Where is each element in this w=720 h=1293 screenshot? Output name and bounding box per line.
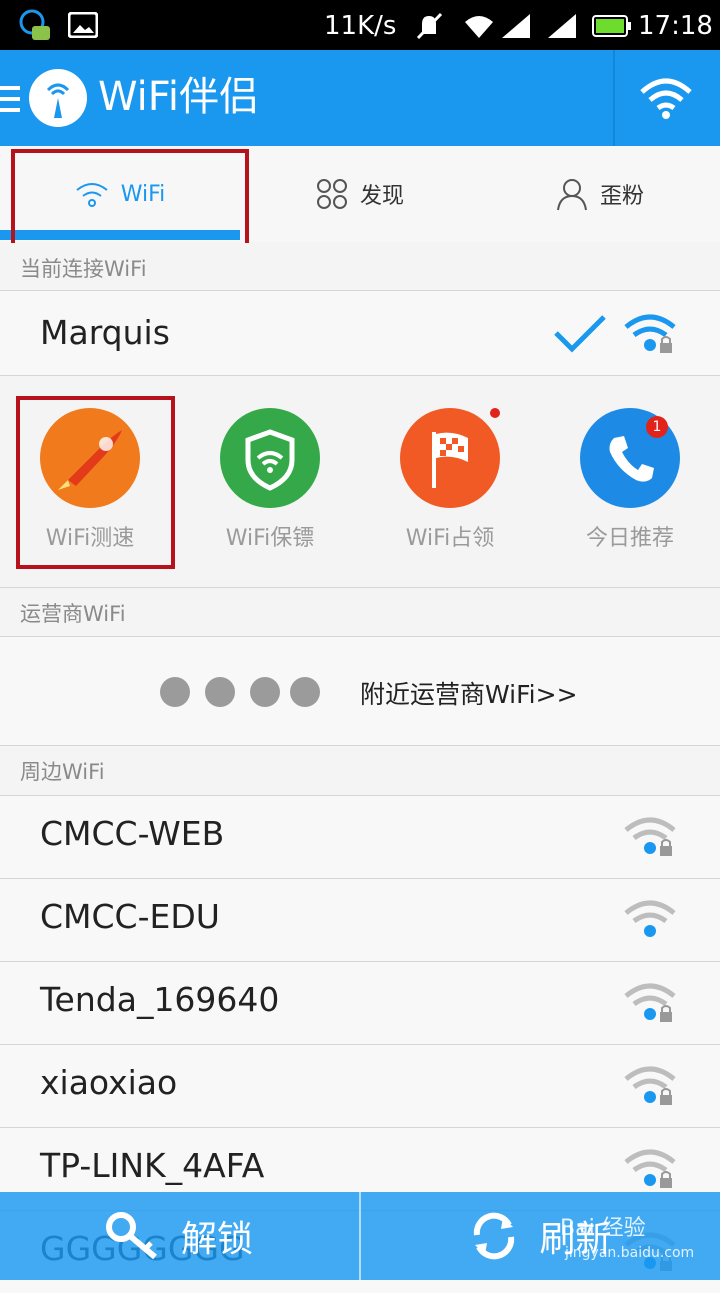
network-ssid: xiaoxiao	[40, 1063, 178, 1102]
network-row[interactable]: Tenda_169640	[0, 962, 720, 1044]
network-row[interactable]: CMCC-EDU	[0, 879, 720, 961]
section-carrier-label: 运营商WiFi	[20, 602, 126, 626]
carrier-wifi-row[interactable]: 附近运营商WiFi>>	[0, 637, 720, 745]
wifi-locked-icon	[624, 1149, 676, 1188]
section-header-carrier: 运营商WiFi	[0, 588, 720, 636]
key-icon	[105, 1212, 157, 1260]
signal-2-icon	[548, 14, 576, 38]
refresh-icon	[474, 1212, 515, 1260]
tool-occupy-label: WiFi占领	[405, 526, 495, 551]
status-bar: 11K/s 17:18	[0, 0, 720, 50]
network-row[interactable]: CMCC-WEB	[0, 796, 720, 878]
notification-chat-icon	[19, 9, 50, 40]
tool-recommend[interactable]: 1 今日推荐	[540, 408, 720, 568]
wifi-status-icon	[465, 16, 493, 38]
checkered-flag-icon	[400, 408, 500, 508]
network-ssid: TP-LINK_4AFA	[40, 1146, 265, 1185]
divider	[0, 375, 720, 376]
china-mobile-icon	[160, 677, 190, 707]
network-row[interactable]: xiaoxiao	[0, 1045, 720, 1127]
tool-guard-label: WiFi保镖	[225, 526, 315, 551]
battery-icon	[592, 15, 631, 37]
shield-wifi-icon	[220, 408, 320, 508]
wifi-locked-icon	[624, 1066, 676, 1105]
app-title: WiFi伴侣	[98, 74, 259, 120]
mute-icon	[416, 12, 443, 40]
section-nearby-label: 周边WiFi	[20, 760, 105, 784]
notification-badge: 1	[646, 416, 668, 438]
menu-icon[interactable]	[0, 84, 22, 114]
app-bar-divider	[613, 50, 615, 146]
wifi-locked-icon	[624, 983, 676, 1022]
nearby-carrier-link[interactable]: 附近运营商WiFi>>	[360, 675, 578, 711]
tool-recommend-label: 今日推荐	[585, 526, 674, 551]
wifi-locked-icon	[624, 817, 676, 856]
unlock-label: 解锁	[180, 1219, 253, 1260]
tab-fans-label: 歪粉	[599, 184, 644, 209]
cmcc-wlan-icon	[290, 677, 320, 707]
connected-check-icon	[554, 315, 606, 353]
wifi-locked-icon	[624, 314, 676, 353]
china-unicom-icon	[250, 677, 280, 707]
tab-discover-label: 发现	[359, 184, 404, 209]
highlight-box-speed-test	[16, 396, 175, 569]
refresh-button[interactable]: 刷新	[361, 1192, 720, 1280]
section-current-label: 当前连接WiFi	[20, 257, 147, 281]
tool-occupy[interactable]: WiFi占领	[360, 408, 540, 568]
tool-guard[interactable]: WiFi保镖	[180, 408, 360, 568]
clock: 17:18	[638, 11, 713, 41]
grid-icon	[316, 179, 347, 209]
network-ssid: Tenda_169640	[40, 980, 280, 1019]
tab-discover[interactable]: 发现	[240, 146, 480, 242]
section-header-nearby: 周边WiFi	[0, 746, 720, 794]
network-speed: 11K/s	[324, 11, 397, 41]
new-dot-badge	[490, 408, 500, 418]
watermark-text: Bai 经验	[560, 1216, 646, 1241]
unlock-button[interactable]: 解锁	[0, 1192, 358, 1280]
network-ssid: CMCC-WEB	[40, 814, 225, 853]
wifi-scan-icon[interactable]	[638, 76, 694, 120]
section-header-current: 当前连接WiFi	[0, 243, 720, 291]
signal-1-icon	[502, 14, 530, 38]
app-logo-icon	[29, 69, 87, 127]
highlight-box-wifi-tab	[11, 149, 249, 250]
watermark-url: jingyan.baidu.com	[565, 1245, 695, 1261]
tab-fans[interactable]: 歪粉	[480, 146, 720, 242]
user-icon	[556, 179, 587, 211]
app-bar: WiFi伴侣	[0, 50, 720, 146]
current-network-row[interactable]: Marquis	[0, 291, 720, 375]
image-icon	[68, 12, 98, 38]
wifi-open-icon	[624, 900, 676, 937]
china-telecom-icon	[205, 677, 235, 707]
network-ssid: CMCC-EDU	[40, 897, 220, 936]
current-ssid: Marquis	[40, 313, 170, 352]
